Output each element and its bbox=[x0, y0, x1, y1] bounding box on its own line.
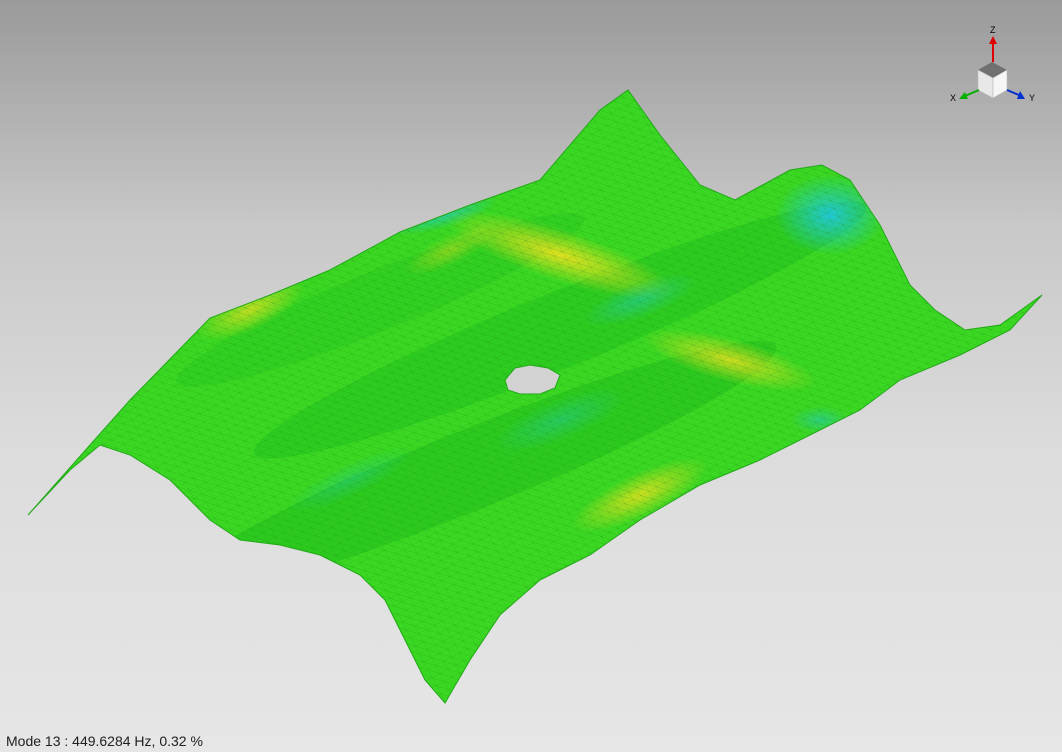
y-axis-label: Y bbox=[1029, 93, 1035, 103]
orientation-triad[interactable]: Z X Y bbox=[945, 20, 1045, 110]
mode-status-text: Mode 13 : 449.6284 Hz, 0.32 % bbox=[6, 733, 203, 749]
x-axis-label: X bbox=[950, 93, 956, 103]
z-axis-arrow-icon: Z bbox=[989, 25, 997, 62]
graphics-viewport[interactable] bbox=[0, 0, 1062, 752]
x-axis-arrow-icon: X bbox=[950, 89, 980, 103]
z-axis-label: Z bbox=[990, 25, 996, 35]
view-cube-icon[interactable] bbox=[977, 62, 1008, 99]
y-axis-arrow-icon: Y bbox=[1006, 89, 1035, 103]
mode-shape-plot bbox=[27, 89, 1043, 704]
